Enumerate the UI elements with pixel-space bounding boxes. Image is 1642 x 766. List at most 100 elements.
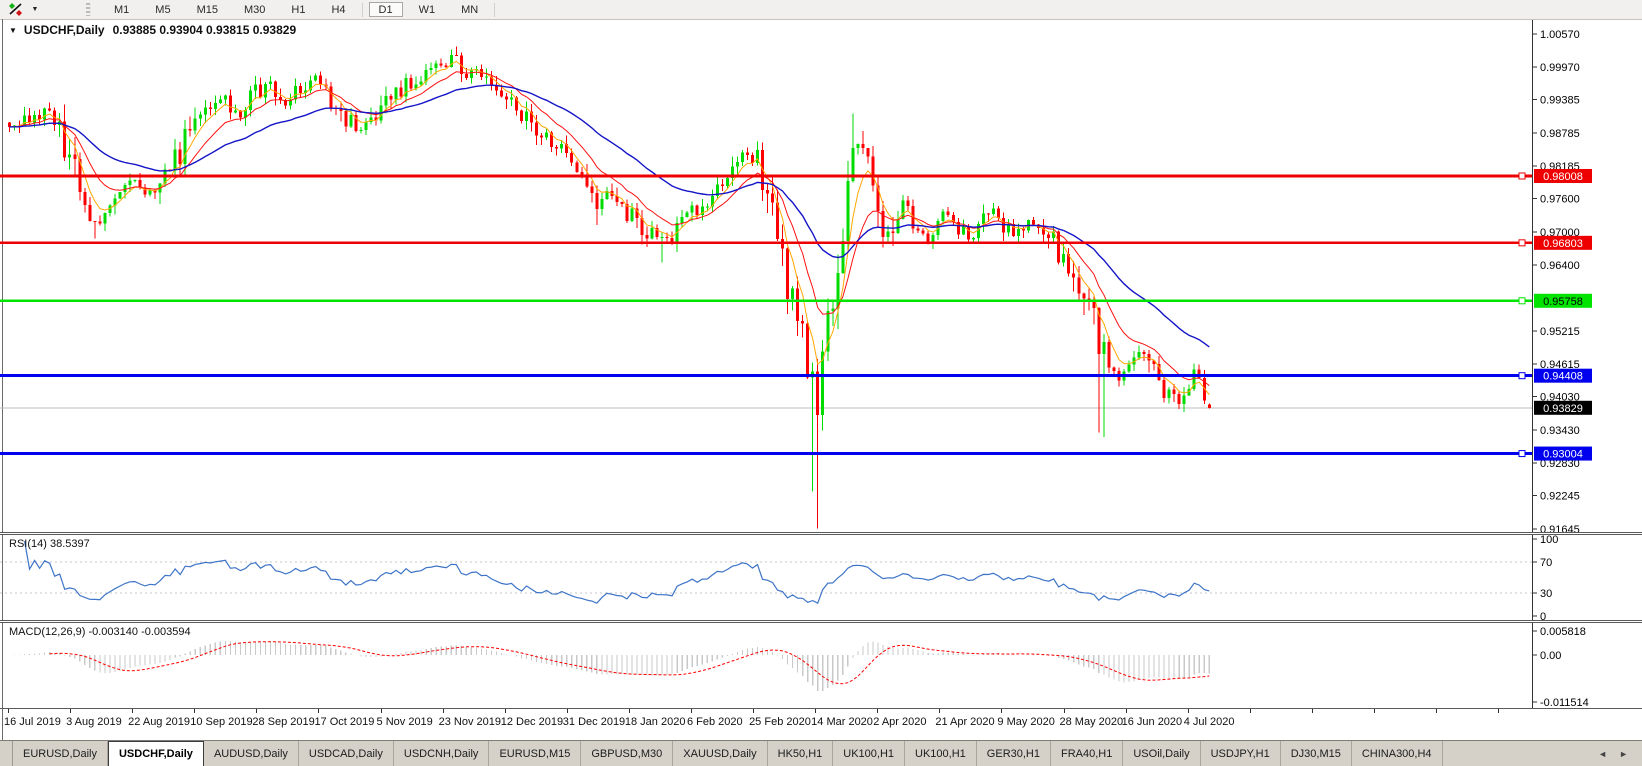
cursor-crosshair-icon	[7, 2, 25, 17]
date-axis-tick	[194, 709, 195, 713]
macd-histogram	[10, 641, 1210, 691]
date-axis-label: 25 Feb 2020	[749, 716, 811, 728]
tab-scroll-right-icon[interactable]: ►	[1619, 749, 1628, 759]
date-axis-label: 4 Jul 2020	[1184, 716, 1235, 728]
chart-tab-xauusd-daily[interactable]: XAUUSD,Daily	[673, 741, 767, 766]
chart-tab-usdjpy-h1[interactable]: USDJPY,H1	[1201, 741, 1281, 766]
price-chart-pane[interactable]: 1.005700.999700.993850.987850.981850.976…	[0, 20, 1642, 532]
timeframe-button-w1[interactable]: W1	[409, 2, 446, 17]
date-axis-tick	[318, 709, 319, 713]
chart-tab-usoil-daily[interactable]: USOil,Daily	[1123, 741, 1200, 766]
candlestick-series	[8, 47, 1211, 529]
chart-tab-eurusd-daily[interactable]: EURUSD,Daily	[13, 741, 108, 766]
date-axis[interactable]: 16 Jul 20193 Aug 201922 Aug 201910 Sep 2…	[0, 709, 1642, 739]
date-axis-label: 10 Sep 2019	[190, 716, 252, 728]
chart-tab-uk100-h1[interactable]: UK100,H1	[905, 741, 977, 766]
chart-tab-gbpusd-m30[interactable]: GBPUSD,M30	[581, 741, 673, 766]
horizontal-level-line-0.98008[interactable]: 0.98008	[0, 169, 1592, 183]
date-axis-tick	[1250, 709, 1251, 713]
price-level-badge-text: 0.93004	[1543, 449, 1583, 461]
chart-tab-usdcad-daily[interactable]: USDCAD,Daily	[299, 741, 394, 766]
date-axis-tick	[877, 709, 878, 713]
date-axis-tick	[70, 709, 71, 713]
price-level-badge-text: 0.94408	[1543, 371, 1583, 383]
rsi-axis-label: 70	[1540, 557, 1552, 569]
price-axis-label: 0.96400	[1540, 260, 1580, 272]
date-axis-label: 28 May 2020	[1060, 716, 1124, 728]
chart-tab-usdchf-daily[interactable]: USDCHF,Daily	[108, 741, 204, 766]
chart-tab-uk100-h1[interactable]: UK100,H1	[833, 741, 905, 766]
cursor-tool-dropdown-caret-icon[interactable]: ▼	[28, 6, 42, 13]
chart-tab-ger30-h1[interactable]: GER30,H1	[977, 741, 1051, 766]
timeframe-button-h1[interactable]: H1	[281, 2, 315, 17]
date-axis-label: 9 May 2020	[997, 716, 1054, 728]
date-axis-tick	[691, 709, 692, 713]
date-axis-label: 12 Dec 2019	[501, 716, 563, 728]
macd-axis-label: -0.011514	[1540, 697, 1589, 708]
price-axis-label: 0.97600	[1540, 194, 1580, 206]
price-axis-label: 0.91645	[1540, 524, 1580, 532]
date-axis-tick	[1312, 709, 1313, 713]
chart-tab-hk50-h1[interactable]: HK50,H1	[768, 741, 834, 766]
date-axis-label: 23 Nov 2019	[439, 716, 501, 728]
line-handle[interactable]	[1519, 298, 1525, 304]
chart-tab-eurusd-m15[interactable]: EURUSD,M15	[489, 741, 581, 766]
chart-tab-usdcnh-daily[interactable]: USDCNH,Daily	[394, 741, 490, 766]
timeframe-button-h4[interactable]: H4	[321, 2, 355, 17]
chart-collapse-icon[interactable]: ▼	[9, 26, 17, 35]
tab-scroll-left-icon[interactable]: ◄	[1598, 749, 1607, 759]
horizontal-level-line-0.94408[interactable]: 0.94408	[0, 369, 1592, 383]
line-handle[interactable]	[1519, 173, 1525, 179]
line-handle[interactable]	[1519, 373, 1525, 379]
date-axis-label: 17 Oct 2019	[314, 716, 374, 728]
price-level-badge-text: 0.96803	[1543, 238, 1583, 250]
rsi-indicator-pane[interactable]: 10070300	[0, 535, 1642, 620]
tab-scroll-arrows: ◄►	[1584, 741, 1642, 766]
date-axis-label: 16 Jun 2020	[1122, 716, 1183, 728]
rsi-label: RSI(14) 38.5397	[9, 538, 90, 550]
price-axis-label: 0.92245	[1540, 491, 1580, 503]
chart-tab-fra40-h1[interactable]: FRA40,H1	[1051, 741, 1123, 766]
date-axis-label: 18 Jan 2020	[625, 716, 686, 728]
rsi-line	[25, 541, 1210, 603]
macd-label: MACD(12,26,9) -0.003140 -0.003594	[9, 626, 191, 638]
rsi-axis-label: 100	[1540, 535, 1558, 546]
chart-tab-dj30-m15[interactable]: DJ30,M15	[1281, 741, 1352, 766]
horizontal-level-line-0.96803[interactable]: 0.96803	[0, 236, 1592, 250]
horizontal-level-line-0.95758[interactable]: 0.95758	[0, 294, 1592, 308]
date-axis-tick	[8, 709, 9, 713]
timeframe-button-m5[interactable]: M5	[145, 2, 180, 17]
mt4-window: ▼ M1 M5 M15 M30 H1 H4 D1 W1 MN 1.005700.999700.9…	[0, 0, 1642, 766]
horizontal-level-line-0.93004[interactable]: 0.93004	[0, 447, 1592, 461]
date-axis-label: 31 Dec 2019	[563, 716, 625, 728]
line-handle[interactable]	[1519, 451, 1525, 457]
price-axis-label: 0.93430	[1540, 425, 1580, 437]
price-axis-label: 0.99970	[1540, 62, 1580, 74]
timeframe-button-d1[interactable]: D1	[369, 2, 403, 17]
date-axis-tick	[1436, 709, 1437, 713]
timeframe-button-m15[interactable]: M15	[187, 2, 228, 17]
macd-indicator-pane[interactable]: 0.0058180.00-0.011514	[0, 623, 1642, 708]
timeframe-button-mn[interactable]: MN	[451, 2, 488, 17]
date-axis-tick	[815, 709, 816, 713]
timeframe-button-m1[interactable]: M1	[104, 2, 139, 17]
date-axis-tick	[1188, 709, 1189, 713]
chart-tab-audusd-daily[interactable]: AUDUSD,Daily	[204, 741, 299, 766]
cursor-tool-button[interactable]	[4, 1, 28, 18]
tab-strip-spacer	[0, 741, 13, 766]
date-axis-label: 22 Aug 2019	[128, 716, 190, 728]
date-axis-tick	[1374, 709, 1375, 713]
toolbar-grip-handle[interactable]	[86, 3, 91, 16]
date-axis-tick	[381, 709, 382, 713]
date-axis-label: 16 Jul 2019	[4, 716, 61, 728]
current-price-badge-text: 0.93829	[1543, 403, 1583, 415]
timeframe-buttons: M1 M5 M15 M30 H1 H4 D1 W1 MN	[101, 2, 498, 17]
price-axis-label: 0.98785	[1540, 128, 1580, 140]
chart-symbol-period: USDCHF,Daily	[24, 23, 105, 37]
price-axis-label: 0.95215	[1540, 326, 1580, 338]
date-axis-label: 21 Apr 2020	[935, 716, 994, 728]
line-handle[interactable]	[1519, 240, 1525, 246]
chart-tab-china300-h4[interactable]: CHINA300,H4	[1352, 741, 1443, 766]
timeframe-button-m30[interactable]: M30	[234, 2, 275, 17]
toolbar-separator	[362, 3, 363, 17]
